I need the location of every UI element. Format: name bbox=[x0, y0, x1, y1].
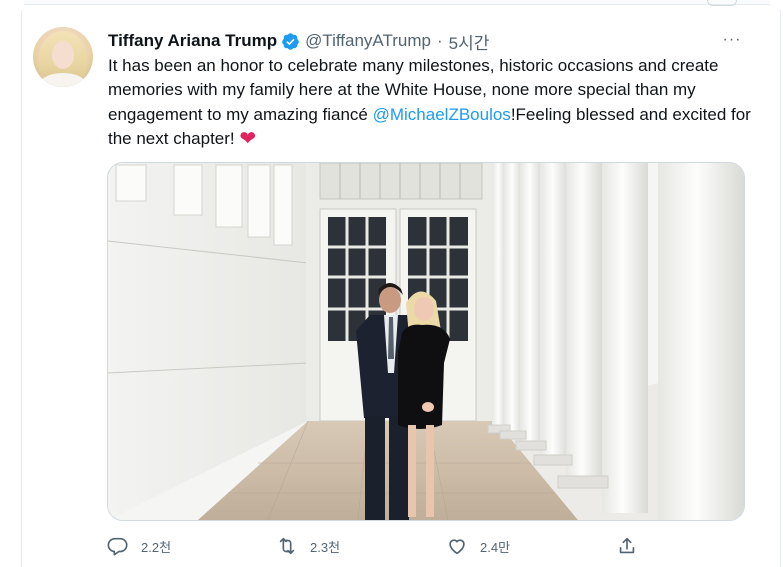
previous-tweet-button-edge bbox=[707, 0, 737, 6]
tweet-timestamp[interactable]: 5시간 bbox=[449, 29, 490, 54]
reply-button[interactable]: 2.2천 bbox=[107, 532, 171, 560]
retweet-count: 2.3천 bbox=[310, 539, 341, 555]
retweet-button[interactable]: 2.3천 bbox=[276, 532, 340, 560]
more-options-icon[interactable]: ··· bbox=[718, 28, 746, 52]
tweet-text: It has been an honor to celebrate many m… bbox=[108, 54, 753, 151]
share-icon bbox=[619, 537, 635, 554]
tweet-actions: 2.2천 2.3천 2.4만 bbox=[107, 532, 747, 560]
photo-colonnade-scene bbox=[108, 163, 744, 520]
retweet-icon bbox=[279, 537, 295, 555]
avatar-shoulder bbox=[41, 73, 85, 87]
avatar[interactable] bbox=[33, 27, 93, 87]
author-handle[interactable]: @TiffanyATrump bbox=[305, 31, 431, 51]
like-icon bbox=[449, 539, 465, 555]
separator-dot: · bbox=[437, 31, 443, 50]
mention-link[interactable]: @MichaelZBoulos bbox=[373, 105, 511, 124]
tweet-photo[interactable] bbox=[107, 162, 745, 521]
avatar-face bbox=[52, 41, 74, 69]
like-button[interactable]: 2.4만 bbox=[446, 532, 510, 560]
author-name[interactable]: Tiffany Ariana Trump bbox=[108, 31, 277, 51]
reply-count: 2.2천 bbox=[141, 539, 172, 555]
share-button[interactable] bbox=[616, 532, 650, 560]
like-count: 2.4만 bbox=[480, 539, 511, 555]
verified-badge-icon bbox=[281, 32, 300, 51]
reply-icon bbox=[107, 537, 128, 556]
tweet-header: Tiffany Ariana Trump @TiffanyATrump · 5시… bbox=[108, 29, 490, 54]
heart-emoji-icon: ❤ bbox=[239, 127, 257, 150]
divider bbox=[24, 0, 770, 5]
